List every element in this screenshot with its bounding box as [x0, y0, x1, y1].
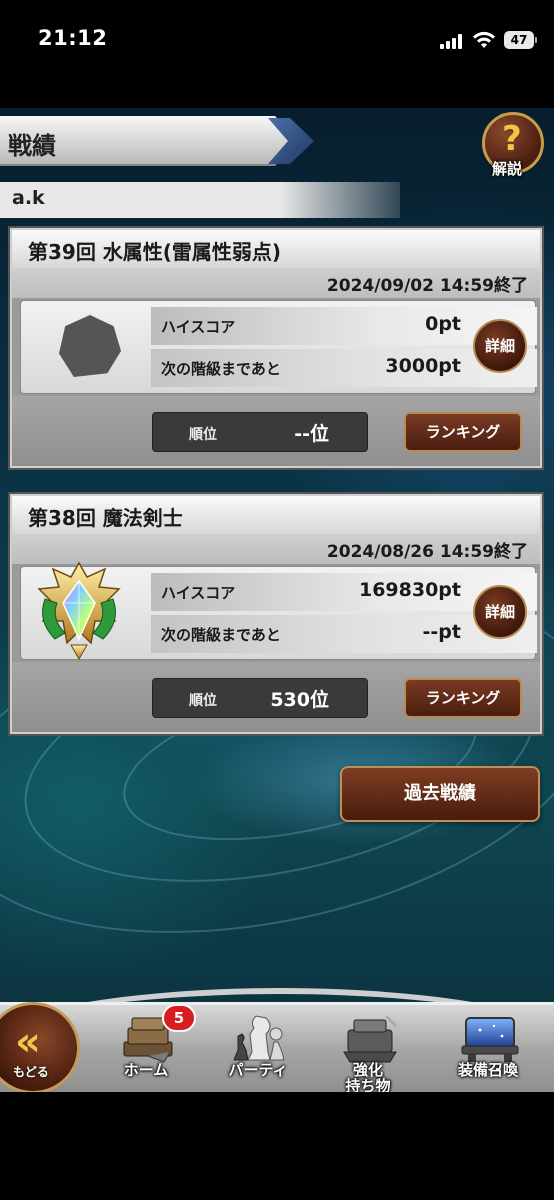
user-bar [0, 182, 400, 218]
high-score-label: ハイスコア [161, 318, 236, 336]
summon-icon [461, 1017, 519, 1062]
card-footer: 順位 --位 ランキング [12, 396, 540, 466]
help-label: 解説 [492, 160, 523, 178]
ranking-button[interactable]: ランキング [404, 678, 522, 718]
nav-party[interactable]: パーティ [208, 1004, 308, 1092]
event-card: 第39回 水属性(雷属性弱点) 2024/09/02 14:59終了 ハイスコア… [10, 228, 542, 468]
enhance-icon [343, 1014, 398, 1063]
card-title-bar: 第38回 魔法剣士 [12, 496, 540, 534]
score-panel: ハイスコア 0pt 次の階級まであと 3000pt 詳細 [20, 300, 537, 394]
top-fade [0, 82, 554, 108]
rank-box: 順位 530位 [152, 678, 368, 718]
high-score-value: 0pt [425, 313, 461, 335]
card-title-bar: 第39回 水属性(雷属性弱点) [12, 230, 540, 268]
event-card: 第38回 魔法剣士 2024/08/26 14:59終了 ハイスコア 16983… [10, 494, 542, 734]
home-badge: 5 [162, 1004, 196, 1032]
event-end-date: 2024/09/02 14:59終了 [326, 276, 528, 296]
party-icon [233, 1015, 285, 1061]
nav-home-label: ホーム [123, 1061, 169, 1079]
rank-label: 順位 [189, 427, 217, 443]
rank-box: 順位 --位 [152, 412, 368, 452]
event-title: 第38回 魔法剣士 [28, 506, 183, 530]
status-bar: 21:12 47 [0, 0, 554, 82]
nav-enhance-label: 強化 持ち物 [318, 1062, 418, 1094]
status-time: 21:12 [38, 26, 108, 50]
back-label: もどる [13, 1065, 49, 1079]
bottom-letterbox [0, 1092, 554, 1200]
event-title: 第39回 水属性(雷属性弱点) [28, 240, 282, 264]
nav-enhance[interactable]: 強化 持ち物 [318, 1004, 418, 1094]
battery-icon: 47 [504, 31, 537, 49]
back-chevron-icon: « [15, 1019, 41, 1065]
next-rank-value: 3000pt [385, 355, 461, 377]
game-screen: 戦績 ? 解説 a.k 第39回 水属性(雷属性弱点) 2024/09/02 1… [0, 82, 554, 1092]
ranking-button[interactable]: ランキング [404, 412, 522, 452]
card-date-bar: 2024/09/02 14:59終了 [12, 268, 540, 298]
user-name: a.k [12, 187, 45, 209]
event-end-date: 2024/08/26 14:59終了 [326, 542, 528, 562]
rank-label: 順位 [189, 693, 217, 709]
rank-value: --位 [294, 423, 329, 445]
nav-party-label: パーティ [228, 1061, 288, 1079]
nav-summon[interactable]: 装備召喚 [438, 1004, 538, 1092]
past-records-button[interactable]: 過去戦績 [340, 766, 540, 822]
score-panel: ハイスコア 169830pt 次の階級まであと --pt 詳細 [20, 561, 537, 661]
wifi-icon [473, 31, 495, 48]
detail-button[interactable]: 詳細 [473, 319, 527, 373]
nav-home[interactable]: 5 ホーム [96, 1004, 196, 1092]
help-symbol: ? [502, 119, 522, 159]
rank-emblem-icon [59, 315, 121, 377]
rank-value: 530位 [270, 689, 329, 711]
nav-summon-label: 装備召喚 [457, 1061, 518, 1079]
high-score-value: 169830pt [358, 579, 461, 601]
high-score-label: ハイスコア [161, 584, 236, 602]
page-title: 戦績 [8, 132, 56, 160]
card-footer: 順位 530位 ランキング [12, 662, 540, 732]
detail-button[interactable]: 詳細 [473, 585, 527, 639]
next-rank-label: 次の階級まであと [161, 626, 281, 644]
help-button[interactable]: ? 解説 [480, 110, 550, 182]
next-rank-value: --pt [422, 621, 461, 643]
signal-icon [440, 33, 466, 49]
rank-emblem-icon [37, 561, 121, 661]
next-rank-label: 次の階級まであと [161, 360, 281, 378]
